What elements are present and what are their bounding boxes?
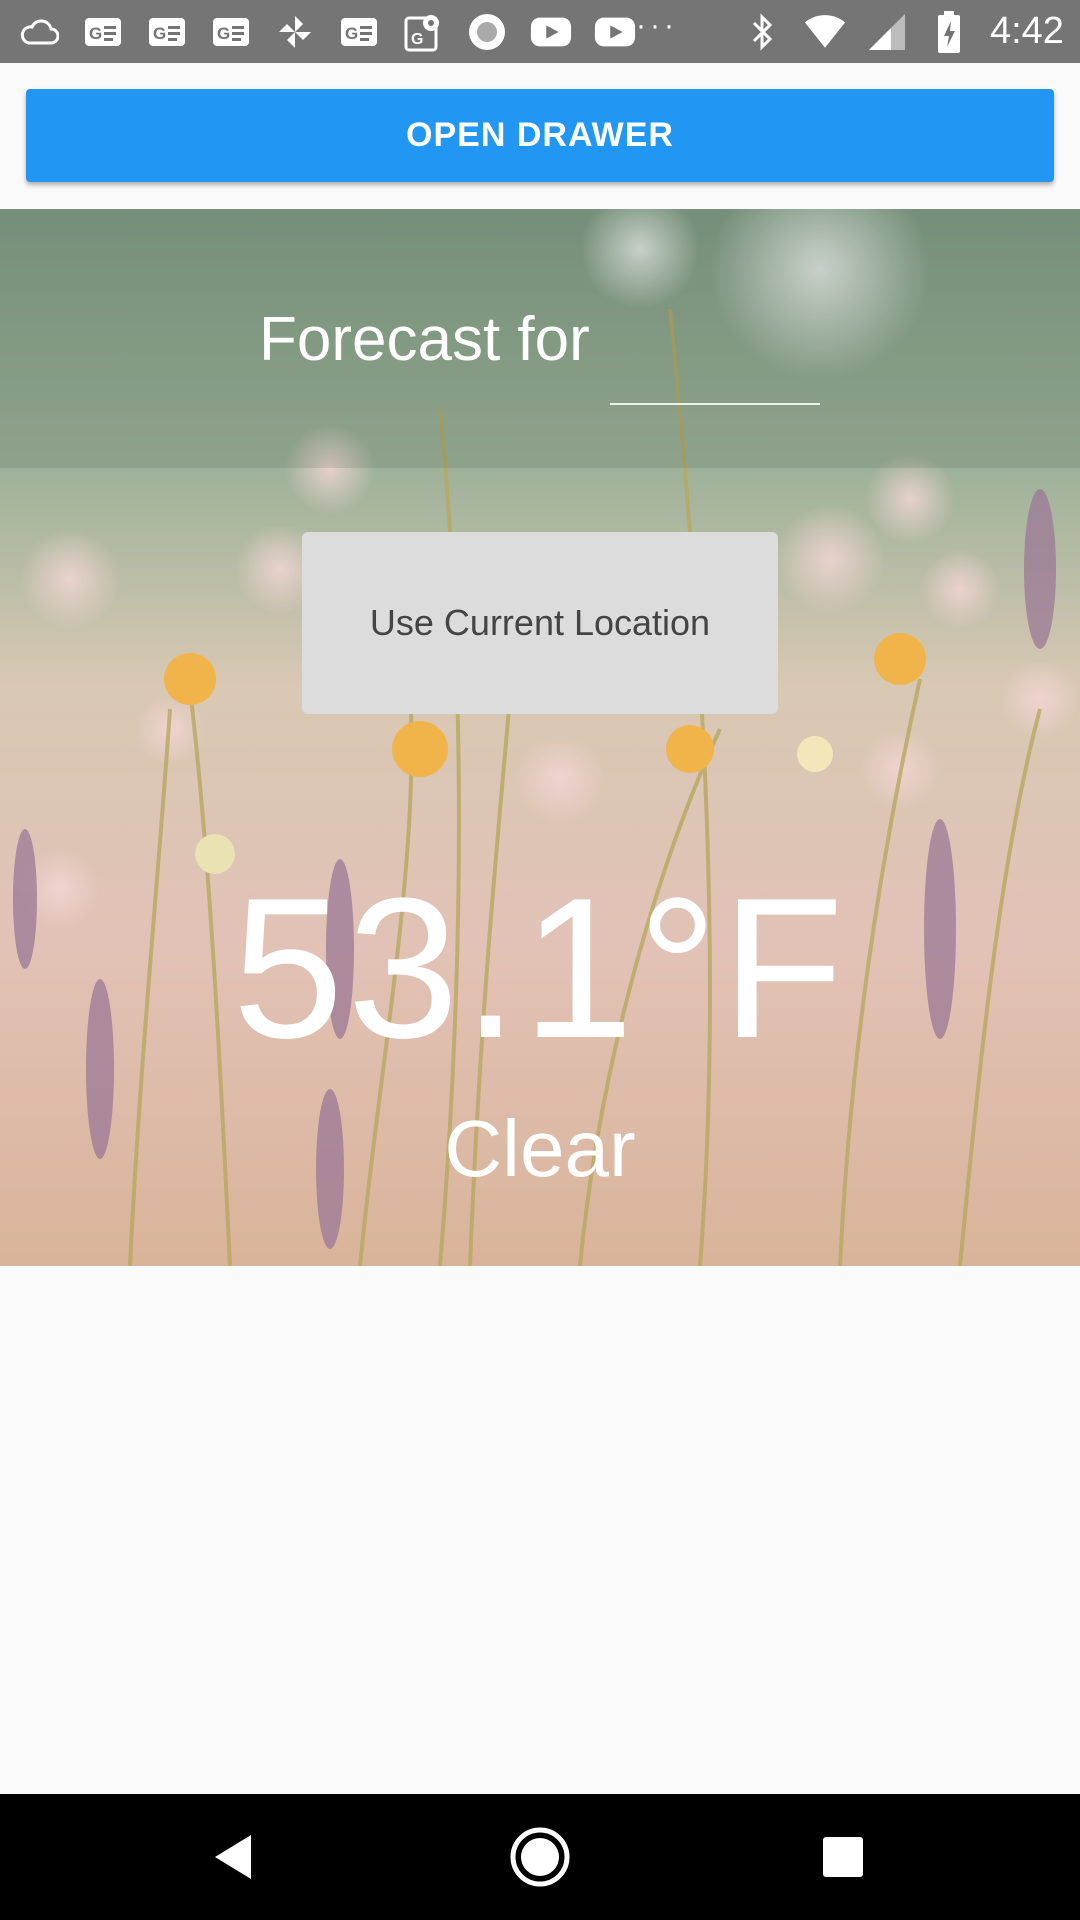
weather-condition: Clear	[444, 1104, 636, 1193]
clock-time: 4:42	[989, 10, 1064, 52]
navigation-bar	[0, 1794, 1080, 1920]
svg-text:G: G	[345, 24, 358, 43]
open-drawer-button[interactable]: OPEN DRAWER	[26, 89, 1054, 182]
signal-icon	[866, 11, 908, 53]
wifi-icon	[804, 11, 846, 53]
youtube-icon	[530, 11, 572, 53]
back-icon[interactable]	[200, 1824, 266, 1890]
recents-icon[interactable]	[810, 1824, 876, 1890]
temperature-readout: 53.1°F	[232, 857, 848, 1080]
maps-icon: G	[402, 11, 444, 53]
home-icon[interactable]	[507, 1824, 573, 1890]
svg-text:G: G	[217, 24, 230, 43]
notification-icons: G G G G G	[18, 11, 636, 53]
news-icon: G	[210, 11, 252, 53]
svg-text:G: G	[89, 24, 102, 43]
weather-panel: Forecast for Use Current Location 53.1°F…	[0, 209, 1080, 1266]
pinwheel-icon	[274, 11, 316, 53]
bluetooth-icon	[742, 11, 784, 53]
news-icon: G	[146, 11, 188, 53]
svg-text:G: G	[411, 31, 423, 48]
cloud-icon	[18, 11, 60, 53]
news-icon: G	[338, 11, 380, 53]
city-input[interactable]	[610, 309, 820, 405]
youtube-icon	[594, 11, 636, 53]
system-icons: ··· 4:42	[636, 8, 1064, 53]
use-current-location-button[interactable]: Use Current Location	[302, 532, 778, 714]
svg-text:G: G	[153, 24, 166, 43]
battery-charging-icon	[928, 10, 970, 53]
forecast-for-label: Forecast for	[259, 305, 590, 374]
status-bar: G G G G G ··· 4:42	[0, 0, 1080, 63]
news-icon: G	[82, 11, 124, 53]
record-icon	[466, 11, 508, 53]
overflow-dots: ···	[636, 8, 678, 42]
